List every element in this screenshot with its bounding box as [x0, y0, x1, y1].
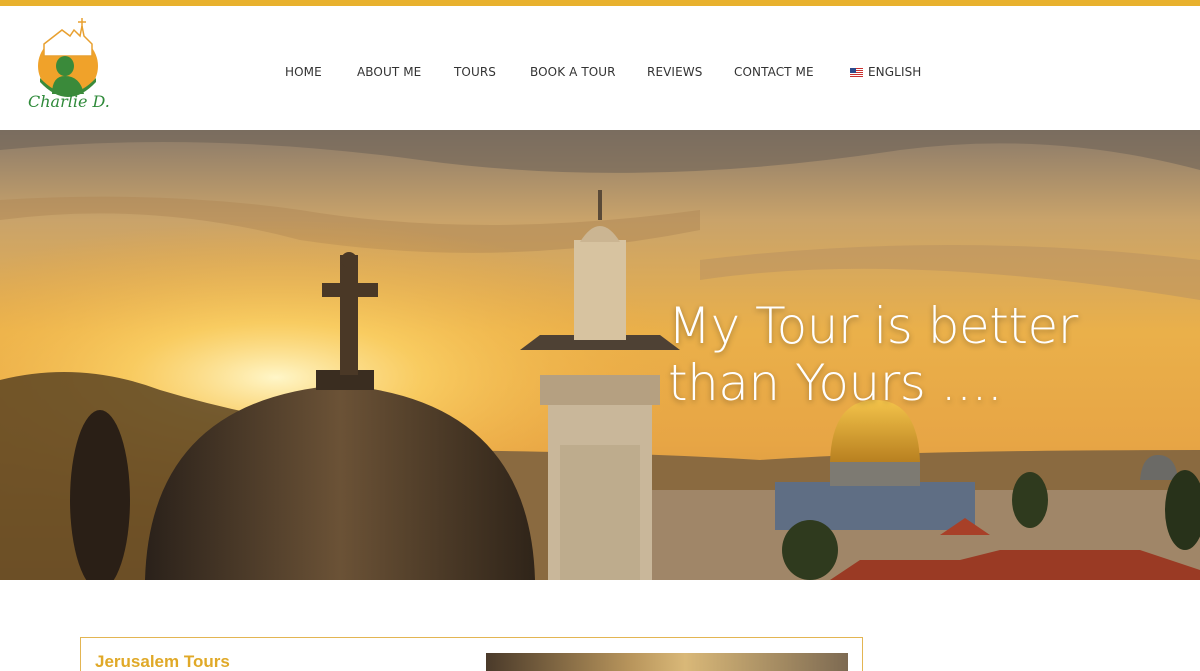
- us-flag-icon: [850, 67, 863, 77]
- card-title[interactable]: Jerusalem Tours: [95, 652, 230, 671]
- nav-home[interactable]: HOME: [285, 64, 322, 80]
- hero-banner: My Tour is better than Yours ....: [0, 130, 1200, 580]
- card-image[interactable]: [486, 653, 848, 671]
- nav-tours[interactable]: TOURS: [454, 64, 496, 80]
- nav-about-me[interactable]: ABOUT ME: [357, 64, 421, 80]
- main-nav: HOME ABOUT ME TOURS BOOK A TOUR REVIEWS …: [0, 64, 1200, 80]
- hero-heading: My Tour is better than Yours ....: [668, 298, 1168, 412]
- nav-language-switcher[interactable]: ENGLISH: [850, 64, 921, 80]
- language-label: ENGLISH: [868, 65, 922, 79]
- hero-heading-line1: My Tour is better: [668, 297, 1078, 355]
- tours-card: Jerusalem Tours: [80, 637, 863, 671]
- nav-reviews[interactable]: REVIEWS: [647, 64, 702, 80]
- logo-text: Charlie D.: [28, 92, 110, 111]
- nav-book-a-tour[interactable]: BOOK A TOUR: [530, 64, 616, 80]
- site-header: Charlie D. HOME ABOUT ME TOURS BOOK A TO…: [0, 6, 1200, 130]
- hero-heading-line2: than Yours ....: [668, 354, 1003, 412]
- nav-contact-me[interactable]: CONTACT ME: [734, 64, 814, 80]
